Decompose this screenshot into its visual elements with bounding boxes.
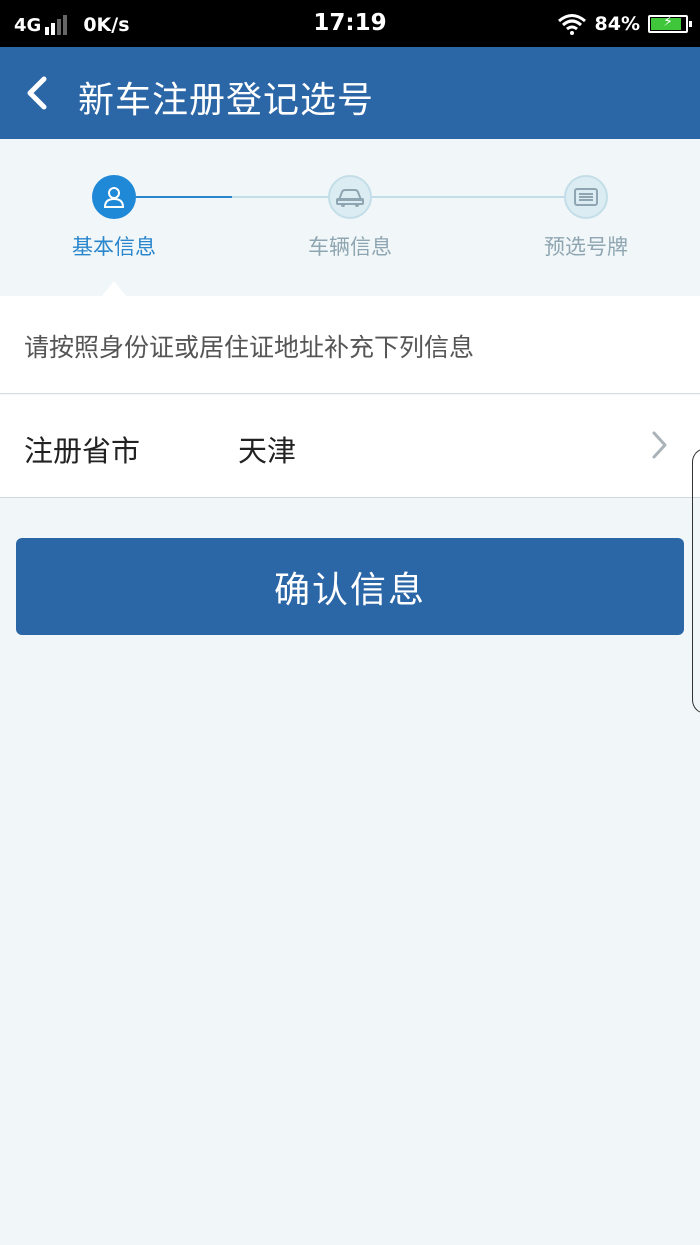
car-icon (336, 189, 364, 207)
status-right: 84% ⚡ (557, 11, 692, 37)
step-indicator: 基本信息 车辆信息 预选号牌 (0, 139, 700, 296)
back-button[interactable] (18, 71, 62, 115)
step-circle (328, 175, 372, 219)
active-step-pointer (102, 281, 126, 296)
page-title: 新车注册登记选号 (78, 80, 375, 121)
chevron-left-icon (27, 76, 47, 110)
battery-charging-icon: ⚡ (648, 14, 692, 33)
step-circle (92, 175, 136, 219)
progress-line-active (136, 196, 232, 198)
province-value: 天津 (238, 434, 297, 468)
status-bar: 4G 0K/s 17:19 84% ⚡ (0, 0, 700, 47)
confirm-info-button[interactable]: 确认信息 (16, 538, 684, 635)
navigation-bar: 新车注册登记选号 (0, 47, 700, 139)
progress-line-inactive-1 (232, 196, 328, 198)
progress-line-inactive-2 (372, 196, 564, 198)
step-label: 预选号牌 (544, 235, 628, 259)
battery-nub (689, 21, 692, 27)
license-plate-icon (574, 188, 598, 206)
edge-swipe-handle[interactable] (692, 448, 700, 714)
step-circle (564, 175, 608, 219)
wifi-icon (557, 14, 586, 35)
step-label: 车辆信息 (308, 235, 392, 259)
battery-percent: 84% (594, 13, 640, 35)
province-selector[interactable]: 注册省市 天津 (0, 395, 700, 498)
user-icon (103, 187, 125, 208)
chevron-right-icon (652, 431, 667, 459)
form-hint: 请按照身份证或居住证地址补充下列信息 (24, 333, 475, 362)
form-hint-row: 请按照身份证或居住证地址补充下列信息 (0, 296, 700, 394)
step-label: 基本信息 (72, 235, 156, 259)
province-label: 注册省市 (24, 434, 141, 468)
charging-bolt-icon: ⚡ (663, 14, 673, 30)
